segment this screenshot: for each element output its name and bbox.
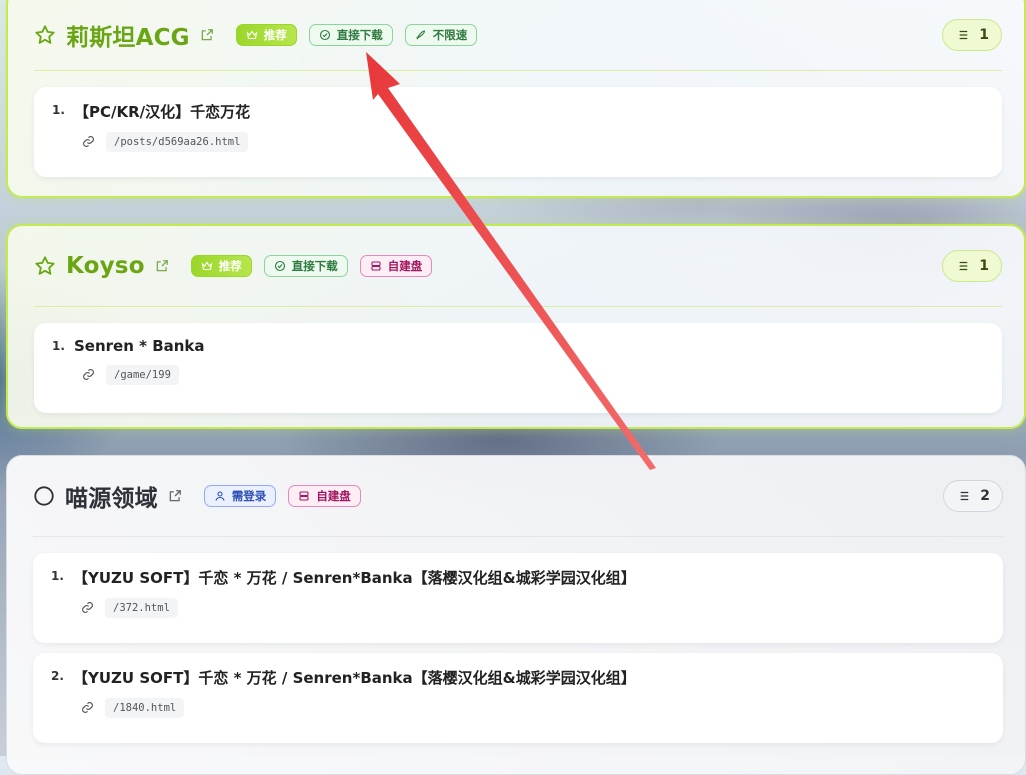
link-icon	[82, 368, 96, 382]
source-card-lisitan: 莉斯坦ACG 推荐 直接下载 不限速 1 1. 【PC/KR/汉化】千恋万花 /…	[6, 0, 1026, 198]
badge-no-speed-limit: 不限速	[404, 24, 478, 46]
item-number: 1.	[52, 103, 65, 117]
result-count-badge[interactable]: 1	[942, 19, 1002, 51]
item-title[interactable]: 【PC/KR/汉化】千恋万花	[74, 101, 250, 122]
item-number: 1.	[51, 569, 64, 583]
server-icon	[371, 261, 381, 271]
check-circle-icon	[274, 260, 285, 272]
result-item[interactable]: 1. 【PC/KR/汉化】千恋万花 /posts/d569aa26.html	[34, 87, 1002, 177]
list-icon	[957, 261, 968, 271]
rocket-icon	[415, 30, 425, 40]
card-header: 莉斯坦ACG 推荐 直接下载 不限速 1	[34, 0, 1002, 70]
server-icon	[299, 491, 309, 501]
card-divider	[33, 536, 1003, 537]
result-item[interactable]: 1. Senren * Banka /game/199	[34, 323, 1002, 413]
link-icon	[82, 135, 96, 149]
badge-direct-download: 直接下载	[308, 24, 393, 46]
source-card-koyso: Koyso 推荐 直接下载 自建盘 1 1. Senren * Banka /g…	[6, 224, 1026, 429]
badge-recommended: 推荐	[190, 255, 252, 277]
result-count-badge[interactable]: 2	[943, 480, 1003, 512]
star-outline-icon[interactable]	[34, 254, 58, 278]
item-title[interactable]: 【YUZU SOFT】千恋 * 万花 / Senren*Banka【落樱汉化组&…	[73, 567, 636, 588]
link-icon	[81, 601, 95, 615]
item-title[interactable]: Senren * Banka	[74, 337, 205, 355]
external-link-icon[interactable]	[168, 489, 182, 503]
user-icon	[215, 491, 225, 501]
source-title[interactable]: Koyso	[66, 253, 145, 279]
check-circle-icon	[319, 29, 330, 41]
link-icon	[81, 701, 95, 715]
card-divider	[34, 70, 1002, 71]
crown-icon	[246, 30, 258, 40]
badge-login-required: 需登录	[203, 485, 277, 507]
source-title[interactable]: 喵源领域	[65, 479, 158, 513]
circle-outline-icon[interactable]	[33, 484, 57, 508]
result-item[interactable]: 1. 【YUZU SOFT】千恋 * 万花 / Senren*Banka【落樱汉…	[33, 553, 1003, 643]
badge-self-hosted: 自建盘	[359, 255, 433, 277]
item-path[interactable]: /372.html	[105, 598, 178, 618]
list-icon	[957, 30, 968, 40]
item-title[interactable]: 【YUZU SOFT】千恋 * 万花 / Senren*Banka【落樱汉化组&…	[73, 667, 636, 688]
item-path[interactable]: /1840.html	[105, 698, 185, 718]
external-link-icon[interactable]	[155, 259, 169, 273]
card-divider	[34, 306, 1002, 307]
result-item[interactable]: 2. 【YUZU SOFT】千恋 * 万花 / Senren*Banka【落樱汉…	[33, 653, 1003, 743]
item-path[interactable]: /game/199	[106, 365, 179, 385]
card-header: 喵源领域 需登录 自建盘 2	[33, 456, 1003, 536]
badge-self-hosted: 自建盘	[288, 485, 361, 507]
star-outline-icon[interactable]	[34, 23, 58, 47]
item-path[interactable]: /posts/d569aa26.html	[106, 132, 249, 152]
badge-recommended: 推荐	[235, 24, 297, 46]
badge-direct-download: 直接下载	[263, 255, 348, 277]
card-header: Koyso 推荐 直接下载 自建盘 1	[34, 226, 1002, 306]
list-icon	[958, 491, 969, 501]
source-title[interactable]: 莉斯坦ACG	[66, 18, 190, 52]
result-count-badge[interactable]: 1	[942, 250, 1002, 282]
item-number: 1.	[52, 339, 65, 353]
crown-icon	[201, 261, 213, 271]
item-number: 2.	[51, 669, 64, 683]
source-card-miaoyuan: 喵源领域 需登录 自建盘 2 1. 【YUZU SOFT】千恋 * 万花 / S…	[6, 455, 1026, 775]
external-link-icon[interactable]	[200, 28, 214, 42]
